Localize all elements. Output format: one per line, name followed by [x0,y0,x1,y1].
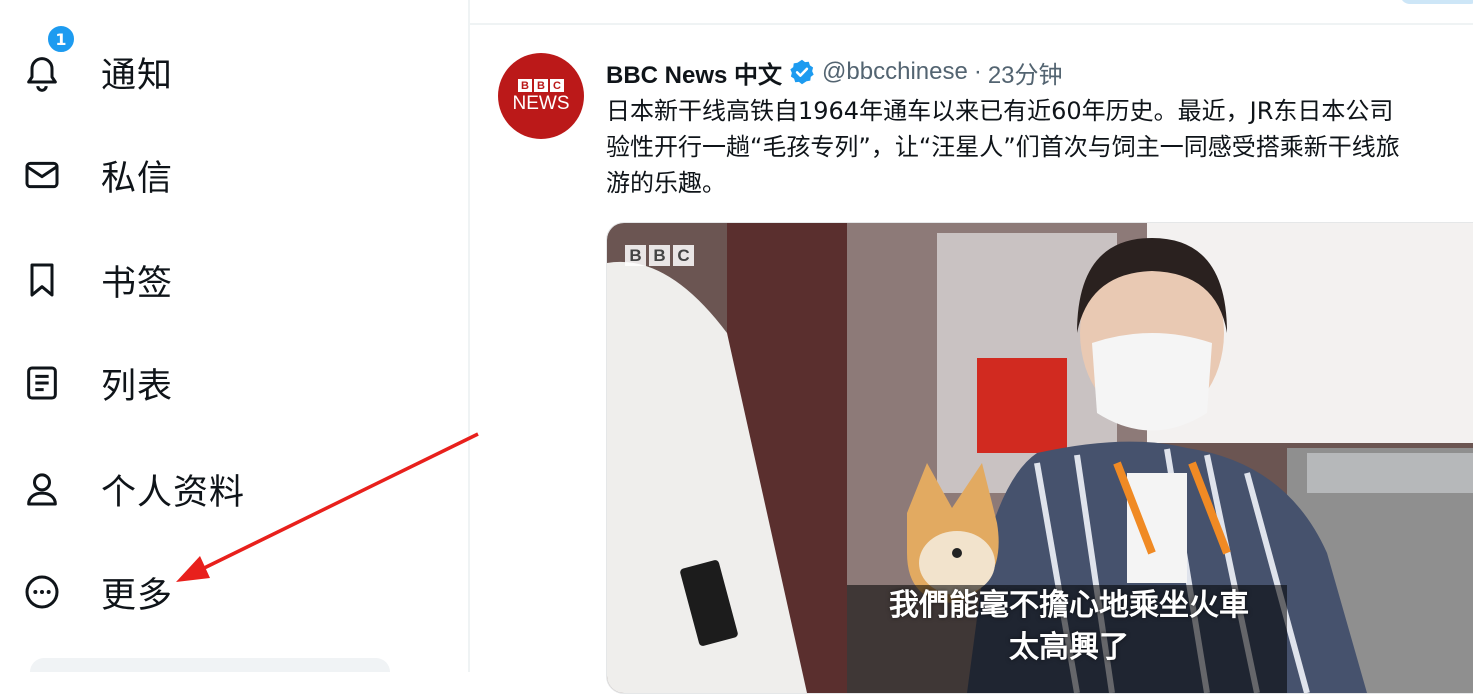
sidebar-item-label: 通知 [101,55,174,96]
bbc-watermark: BBC [625,245,694,266]
sidebar-item-label: 列表 [101,366,174,407]
timeline-separator [470,23,1473,25]
sidebar-item-bookmarks[interactable]: 书签 [0,240,400,320]
tweet-button-edge[interactable] [30,658,390,672]
sidebar-item-messages[interactable]: 私信 [0,135,400,215]
tweet-text: 日本新干线高铁自1964年通车以来已有近60年历史。最近，JR东日本公司 验性开… [606,97,1400,197]
column-divider [468,0,470,672]
person-icon [20,467,64,511]
author-name[interactable]: BBC News 中文 [606,55,782,90]
tweet-media-video[interactable]: BBC 我們能毫不擔心地乘坐火車 太高興了 [606,222,1473,694]
video-subtitle: 我們能毫不擔心地乘坐火車 太高興了 [859,585,1279,669]
sidebar-item-lists[interactable]: 列表 [0,343,400,423]
avatar-news-text: NEWS [512,93,570,114]
sidebar-nav: 1 通知 私信 书签 列表 个人资料 更多 [0,0,468,672]
more-circle-icon [20,570,64,614]
sidebar-item-label: 个人资料 [101,472,246,513]
sidebar-item-more[interactable]: 更多 [0,552,400,632]
sidebar-item-notifications[interactable]: 1 通知 [0,24,400,112]
sidebar-item-label: 更多 [101,575,174,616]
tweet-timestamp[interactable]: 23分钟 [988,55,1063,90]
sidebar-item-label: 书签 [101,263,174,304]
bbc-logo: BBC [518,79,564,92]
tweet-header: BBC News 中文 @bbcchinese · 23分钟 [606,55,1063,90]
author-handle[interactable]: @bbcchinese [822,58,968,86]
avatar[interactable]: BBC NEWS [498,53,584,139]
notification-badge: 1 [46,24,76,54]
new-tweets-pill[interactable] [1400,0,1473,4]
sidebar-item-profile[interactable]: 个人资料 [0,449,400,529]
bell-icon [20,50,64,94]
verified-badge-icon [790,59,814,85]
list-icon [20,361,64,405]
subtitle-line: 太高興了 [1009,630,1129,665]
bookmark-icon [20,258,64,302]
sidebar-item-label: 私信 [101,158,174,199]
separator-dot: · [973,58,982,85]
subtitle-line: 我們能毫不擔心地乘坐火車 [889,588,1249,623]
envelope-icon [20,153,64,197]
